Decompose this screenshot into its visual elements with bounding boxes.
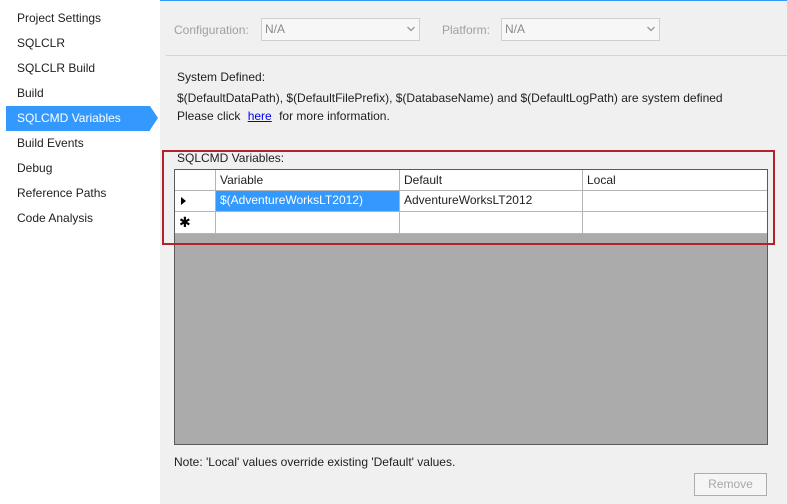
chevron-down-icon — [407, 26, 415, 32]
nav-item-debug[interactable]: Debug — [6, 156, 150, 181]
separator — [166, 55, 787, 56]
platform-label: Platform: — [442, 23, 491, 37]
nav-item-build-events[interactable]: Build Events — [6, 131, 150, 156]
platform-value: N/A — [505, 22, 526, 36]
system-defined-description: $(DefaultDataPath), $(DefaultFilePrefix)… — [177, 91, 723, 105]
nav-item-code-analysis[interactable]: Code Analysis — [6, 206, 150, 231]
nav-item-sqlcmd-variables[interactable]: SQLCMD Variables — [6, 106, 150, 131]
platform-dropdown[interactable]: N/A — [501, 18, 660, 41]
info-suffix: for more information. — [279, 109, 390, 123]
nav-item-sqlclr[interactable]: SQLCLR — [6, 31, 150, 56]
configuration-label: Configuration: — [174, 23, 249, 37]
system-defined-heading: System Defined: — [177, 70, 266, 84]
configuration-dropdown[interactable]: N/A — [261, 18, 420, 41]
here-link[interactable]: here — [248, 109, 272, 123]
info-prefix: Please click — [177, 109, 241, 123]
nav-item-reference-paths[interactable]: Reference Paths — [6, 181, 150, 206]
configuration-value: N/A — [265, 22, 286, 36]
note-text: Note: 'Local' values override existing '… — [174, 455, 456, 469]
remove-button[interactable]: Remove — [694, 473, 767, 496]
chevron-down-icon — [647, 26, 655, 32]
top-accent-line — [160, 0, 787, 1]
nav-selected-arrow-icon — [150, 106, 158, 130]
nav-item-sqlclr-build[interactable]: SQLCLR Build — [6, 56, 150, 81]
info-line: Please click here for more information. — [177, 109, 390, 123]
nav-pane: Project Settings SQLCLR SQLCLR Build Bui… — [0, 0, 160, 504]
annotation-highlight-box — [162, 150, 775, 245]
nav-item-build[interactable]: Build — [6, 81, 150, 106]
nav-item-project-settings[interactable]: Project Settings — [6, 6, 150, 31]
content-pane: Configuration: N/A Platform: N/A System … — [160, 0, 787, 504]
